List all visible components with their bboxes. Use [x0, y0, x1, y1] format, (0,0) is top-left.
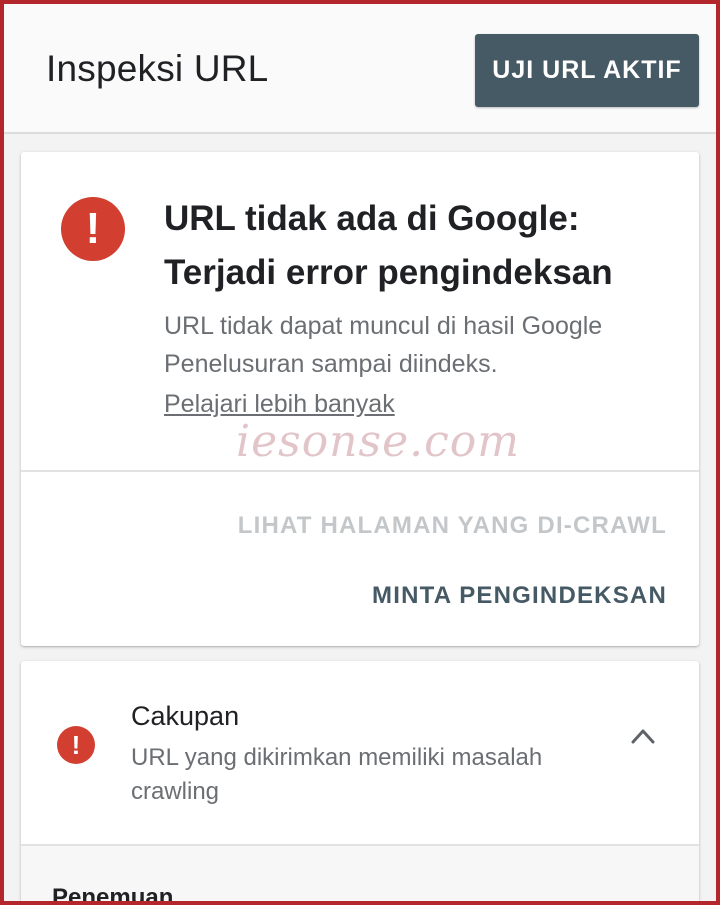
divider — [21, 470, 699, 472]
coverage-details-section: Penemuan — [21, 846, 699, 905]
coverage-title: Cakupan — [131, 701, 240, 731]
error-exclamation-icon: ! — [57, 726, 95, 764]
page-header: Inspeksi URL UJI URL AKTIF — [4, 4, 716, 134]
screenshot-frame: Inspeksi URL UJI URL AKTIF ! URL tidak a… — [0, 0, 720, 905]
chevron-up-icon[interactable] — [631, 727, 655, 745]
coverage-card: ! Cakupan URL yang dikirimkan memiliki m… — [21, 661, 699, 905]
coverage-description: URL yang dikirimkan memiliki masalah cra… — [131, 744, 543, 805]
index-status-card: ! URL tidak ada di Google: Terjadi error… — [21, 152, 699, 646]
status-title: URL tidak ada di Google: Terjadi error p… — [164, 199, 613, 292]
watermark: iesonse.com — [236, 416, 520, 467]
page-title: Inspeksi URL — [46, 48, 269, 89]
discovery-section-label: Penemuan — [52, 884, 174, 905]
request-indexing-button[interactable]: MINTA PENGINDEKSAN — [372, 582, 667, 610]
status-description: URL tidak dapat muncul di hasil Google P… — [164, 312, 603, 378]
view-crawled-page-button[interactable]: LIHAT HALAMAN YANG DI-CRAWL — [238, 512, 667, 540]
live-test-button[interactable]: UJI URL AKTIF — [475, 34, 699, 107]
error-exclamation-icon: ! — [61, 197, 125, 261]
